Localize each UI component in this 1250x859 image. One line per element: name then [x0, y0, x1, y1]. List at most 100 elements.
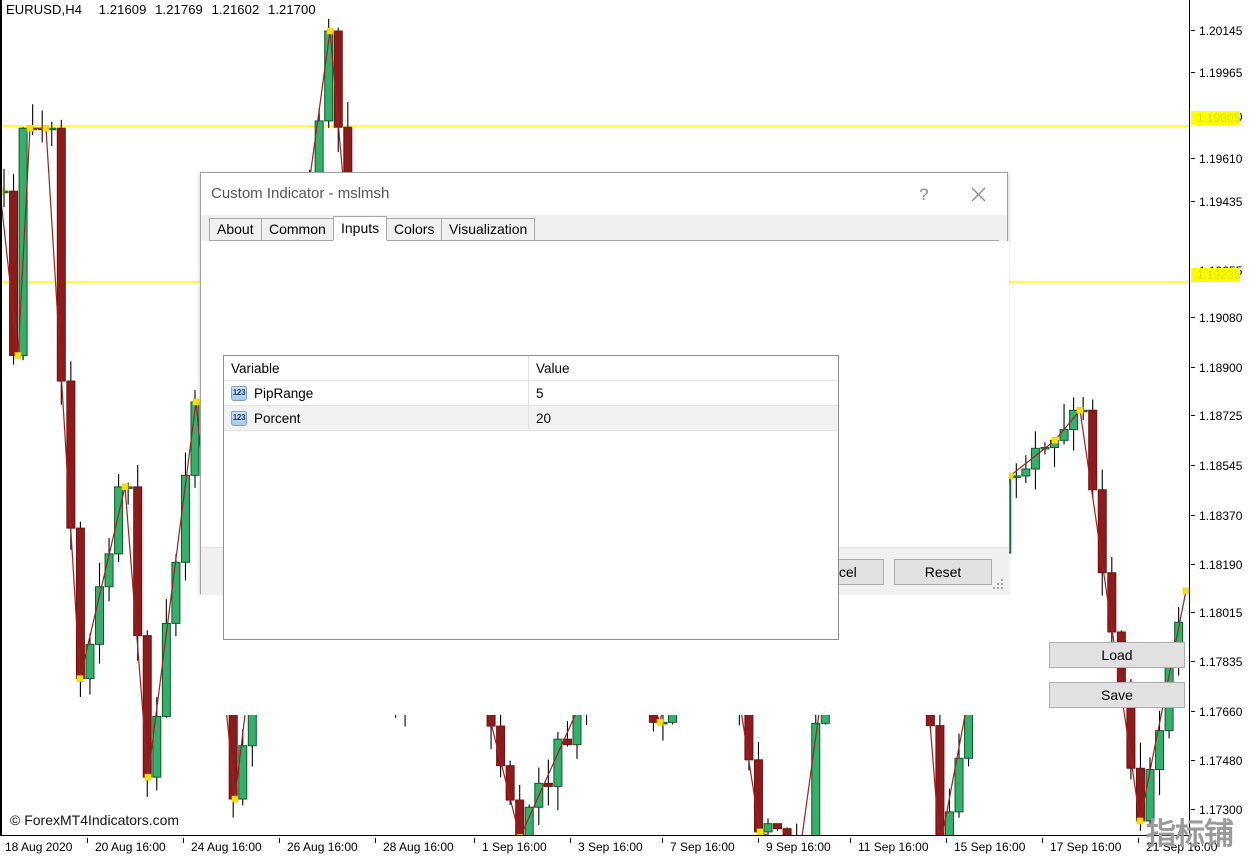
- time-axis-label: 7 Sep 16:00: [670, 840, 735, 854]
- load-button[interactable]: Load: [1049, 642, 1185, 668]
- variable-cell: 123 PipRange: [224, 381, 529, 406]
- pivot-dot: [145, 774, 151, 780]
- bearish-candle: [563, 739, 571, 745]
- time-axis-scale[interactable]: 18 Aug 202020 Aug 16:0024 Aug 16:0026 Au…: [0, 838, 1190, 859]
- price-axis-label: 1.17660: [1191, 705, 1242, 719]
- custom-indicator-dialog[interactable]: Custom Indicator - mslmsh ? AboutCommonI…: [200, 172, 1008, 594]
- save-button[interactable]: Save: [1049, 682, 1185, 708]
- time-axis-tick-mark: [183, 838, 184, 843]
- symbol-quote-header: EURUSD,H4 1.21609 1.21769 1.21602 1.2170…: [6, 2, 321, 17]
- bearish-candle: [334, 31, 342, 127]
- quote-high: 1.21769: [155, 2, 203, 17]
- time-axis-tick-mark: [1138, 838, 1139, 843]
- variable-cell: 123Porcent: [224, 406, 529, 431]
- price-axis-label: 1.18015: [1191, 606, 1242, 620]
- tab-about[interactable]: About: [209, 218, 262, 240]
- tab-visualization[interactable]: Visualization: [441, 218, 535, 240]
- price-axis-label: 1.17300: [1191, 803, 1242, 817]
- price-axis-label: 1.18545: [1191, 459, 1242, 473]
- pivot-dot: [193, 399, 199, 405]
- time-axis-label: 17 Sep 16:00: [1050, 840, 1121, 854]
- bearish-candle: [544, 783, 552, 786]
- pivot-dot: [1052, 437, 1058, 443]
- mt4-application-window: EURUSD,H4 1.21609 1.21769 1.21602 1.2170…: [0, 0, 1250, 859]
- pivot-dot: [327, 28, 333, 34]
- variable-value[interactable]: 5: [529, 381, 838, 406]
- pivot-dot: [1137, 818, 1143, 824]
- bullish-candle: [1022, 469, 1030, 476]
- price-axis-label: 1.18190: [1191, 558, 1242, 572]
- bullish-candle: [172, 562, 180, 623]
- pivot-dot: [517, 834, 523, 836]
- bearish-candle: [1108, 573, 1116, 632]
- time-axis-label: 9 Sep 16:00: [766, 840, 831, 854]
- variable-name: PipRange: [254, 381, 313, 406]
- time-axis-label: 15 Sep 16:00: [954, 840, 1025, 854]
- inputs-variables-table[interactable]: Variable Value 123 PipRange 5123Porcent20: [223, 355, 839, 640]
- price-axis-label: 1.19080: [1191, 311, 1242, 325]
- price-axis-label: 1.17480: [1191, 754, 1242, 768]
- time-axis-tick-mark: [662, 838, 663, 843]
- price-axis-scale[interactable]: 1.201451.199651.197901.198051.196101.194…: [1191, 0, 1250, 836]
- pivot-dot: [15, 352, 21, 358]
- pivot-dot: [657, 719, 663, 725]
- help-icon[interactable]: ?: [901, 173, 947, 216]
- time-axis-tick-mark: [758, 838, 759, 843]
- number-type-icon: 123: [231, 386, 247, 401]
- price-axis-label: 1.19610: [1191, 152, 1242, 166]
- bullish-candle: [105, 554, 113, 587]
- quote-close: 1.21700: [268, 2, 316, 17]
- quote-low: 1.21602: [212, 2, 260, 17]
- pivot-dot: [1077, 407, 1083, 413]
- bullish-candle: [1012, 476, 1020, 478]
- variable-value[interactable]: 20: [529, 406, 838, 431]
- time-axis-label: 26 Aug 16:00: [287, 840, 358, 854]
- close-icon[interactable]: [955, 173, 1001, 216]
- pivot-dot: [232, 796, 238, 802]
- time-axis-label: 28 Aug 16:00: [383, 840, 454, 854]
- bearish-candle: [506, 766, 514, 800]
- price-axis-label: 1.18370: [1191, 509, 1242, 523]
- time-axis-tick-mark: [570, 838, 571, 843]
- bearish-candle: [143, 636, 151, 778]
- symbol-timeframe-label: EURUSD,H4: [6, 2, 82, 17]
- variable-name: Porcent: [254, 406, 301, 431]
- resize-grip[interactable]: [993, 579, 1004, 590]
- price-axis-label: 1.17835: [1191, 655, 1242, 669]
- price-axis-label: 1.18900: [1191, 361, 1242, 375]
- pivot-dot: [122, 484, 128, 490]
- column-header-variable: Variable: [224, 356, 529, 381]
- dialog-titlebar[interactable]: Custom Indicator - mslmsh ?: [201, 173, 1007, 216]
- bullish-candle: [764, 824, 772, 832]
- pivot-dot: [43, 125, 49, 131]
- price-axis-label: 1.20145: [1191, 24, 1242, 38]
- column-header-value: Value: [529, 356, 838, 381]
- bullish-candle: [115, 487, 123, 554]
- bullish-candle: [1070, 410, 1078, 429]
- bearish-candle: [10, 191, 18, 355]
- dialog-tabstrip[interactable]: AboutCommonInputsColorsVisualization: [209, 216, 999, 241]
- pivot-dot: [27, 125, 33, 131]
- tab-inputs[interactable]: Inputs: [333, 216, 387, 241]
- pivot-dot: [77, 676, 83, 682]
- time-axis-label: 20 Aug 16:00: [95, 840, 166, 854]
- time-axis-tick-mark: [474, 838, 475, 843]
- time-axis-label: 3 Sep 16:00: [578, 840, 643, 854]
- site-watermark: 指标铺: [1146, 820, 1233, 850]
- dialog-title: Custom Indicator - mslmsh: [211, 185, 389, 202]
- price-axis-label: 1.18725: [1191, 409, 1242, 423]
- reset-button[interactable]: Reset: [894, 559, 992, 585]
- bullish-candle: [1060, 430, 1068, 441]
- table-row[interactable]: 123Porcent20: [224, 406, 838, 431]
- table-header-row: Variable Value: [224, 356, 838, 381]
- copyright-label: © ForexMT4Indicators.com: [10, 812, 179, 828]
- tab-colors[interactable]: Colors: [386, 218, 442, 240]
- price-axis-label: 1.19435: [1191, 195, 1242, 209]
- tab-common[interactable]: Common: [261, 218, 334, 240]
- price-label-highlighted: 1.19235: [1191, 268, 1240, 282]
- bearish-candle: [67, 381, 75, 528]
- time-axis-label: 1 Sep 16:00: [482, 840, 547, 854]
- pivot-dot: [1183, 588, 1189, 594]
- pivot-dot: [757, 829, 763, 835]
- table-row[interactable]: 123 PipRange 5: [224, 381, 838, 406]
